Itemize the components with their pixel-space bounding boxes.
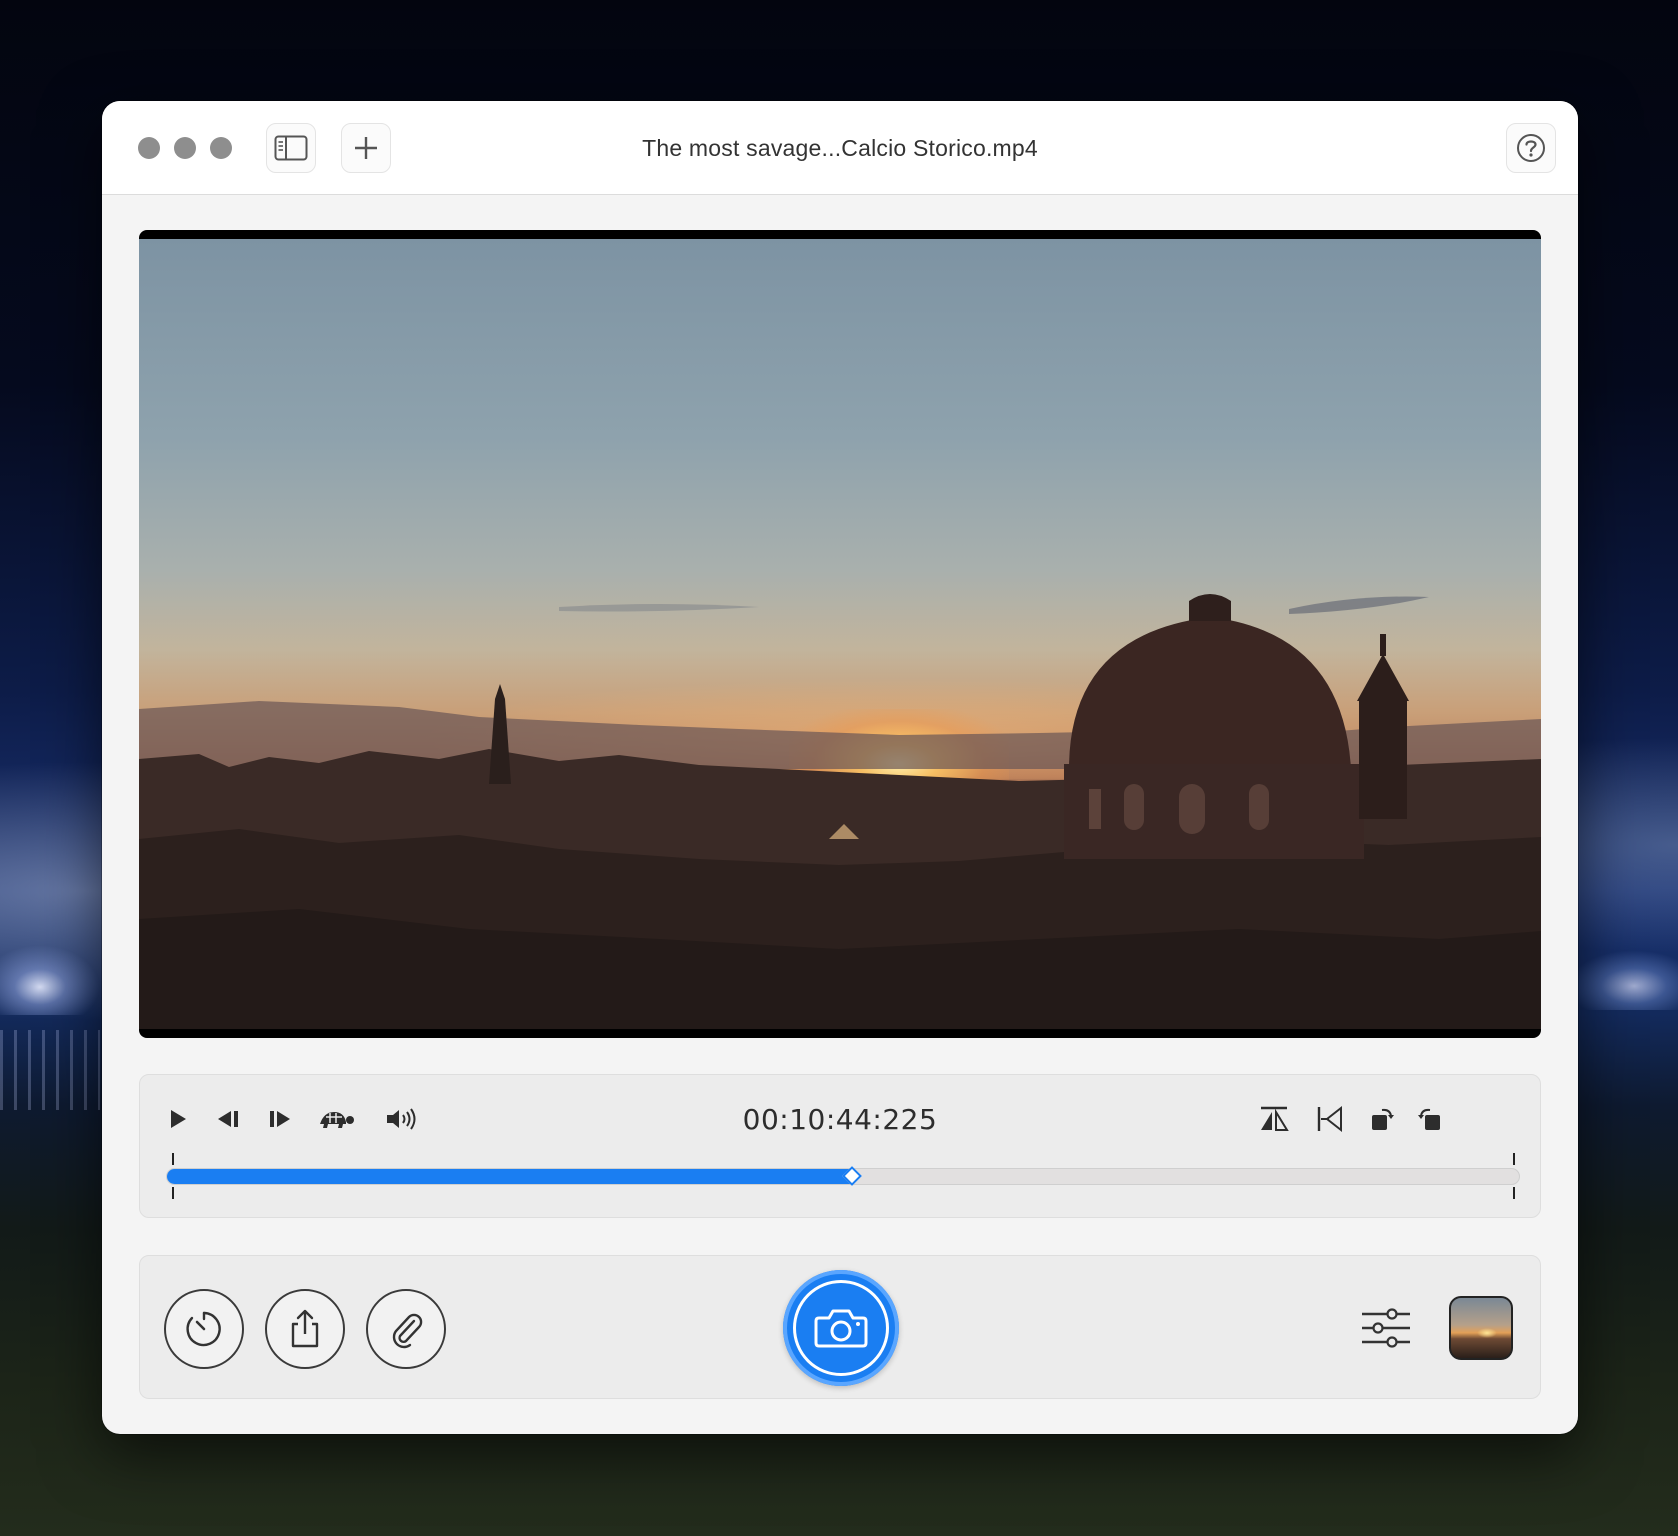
desktop-water-reflections — [0, 1030, 100, 1110]
rotate-left-icon — [1372, 1108, 1394, 1130]
help-button[interactable] — [1506, 123, 1556, 173]
trim-start-icon — [1317, 1105, 1342, 1133]
rotate-right-button[interactable] — [1410, 1101, 1450, 1137]
flip-horizontal-icon — [1261, 1106, 1289, 1131]
capture-ring — [793, 1280, 889, 1376]
city-skyline-silhouette — [139, 594, 1541, 1029]
flip-horizontal-button[interactable] — [1254, 1101, 1294, 1137]
thumbnail-preview[interactable] — [1449, 1296, 1513, 1360]
app-window: The most savage...Calcio Storico.mp4 00:… — [102, 101, 1578, 1434]
rotate-right-icon — [1418, 1108, 1440, 1130]
trim-end-marker-top[interactable] — [1513, 1153, 1515, 1165]
share-button[interactable] — [265, 1289, 345, 1369]
playback-controls-panel: 00:10:44:225 — [139, 1074, 1541, 1218]
sliders-icon — [1362, 1308, 1410, 1348]
trim-start-marker-bottom[interactable] — [172, 1187, 174, 1199]
action-bar — [139, 1255, 1541, 1399]
timeline-progress-fill — [167, 1169, 853, 1184]
paperclip-icon — [392, 1313, 423, 1349]
help-icon — [1517, 134, 1545, 162]
video-frame — [139, 239, 1541, 1029]
capture-frame-button[interactable] — [783, 1270, 899, 1386]
camera-icon — [814, 1309, 868, 1348]
desktop-city-lights-right — [1568, 950, 1678, 1010]
video-preview[interactable] — [139, 230, 1541, 1038]
window-title: The most savage...Calcio Storico.mp4 — [642, 135, 1038, 161]
trim-end-marker-bottom[interactable] — [1513, 1187, 1515, 1199]
attach-button[interactable] — [366, 1289, 446, 1369]
timer-icon — [186, 1311, 221, 1347]
desktop-city-lights-left — [0, 945, 100, 1015]
share-icon — [291, 1309, 319, 1348]
adjustments-button[interactable] — [1358, 1304, 1414, 1352]
trim-start-marker-top[interactable] — [172, 1153, 174, 1165]
trim-start-button[interactable] — [1310, 1101, 1350, 1137]
title-bar: The most savage...Calcio Storico.mp4 — [102, 101, 1578, 195]
timer-button[interactable] — [164, 1289, 244, 1369]
rotate-left-button[interactable] — [1362, 1101, 1402, 1137]
